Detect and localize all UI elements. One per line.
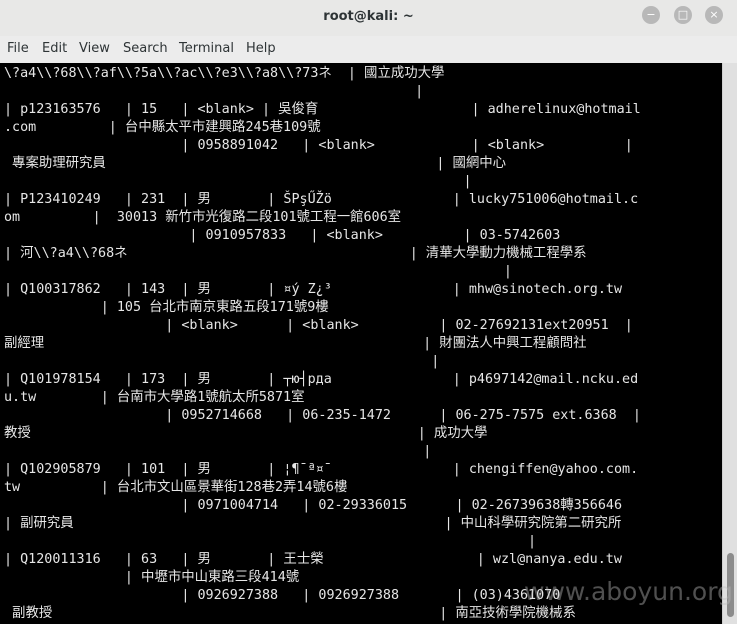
maximize-icon: □ <box>677 8 689 21</box>
terminal-line: | <blank> | <blank> | 02-27692131ext2095… <box>4 318 633 333</box>
terminal-line: | P123410249 | 231 | 男 | ŠPşŰŽö | lucky7… <box>4 192 639 207</box>
terminal-line: \?a4\\?68\\?af\\?5a\\?ac\\?e3\\?a8\\?73ネ… <box>4 66 445 81</box>
minimize-button[interactable]: − <box>642 6 660 24</box>
maximize-button[interactable]: □ <box>674 6 692 24</box>
close-icon: × <box>709 8 719 21</box>
terminal-line: | 0952714668 | 06-235-1472 | 06-275-7575… <box>4 408 641 423</box>
terminal-line: | 中壢市中山東路三段414號 <box>4 570 300 585</box>
watermark-text: www.aboyun.org <box>524 577 733 606</box>
terminal-line: | <box>4 444 432 459</box>
menu-view[interactable]: View <box>79 41 110 56</box>
terminal-line: om | 30013 新竹市光復路二段101號工程一館606室 <box>4 210 402 225</box>
terminal-line: | 0971004714 | 02-29336015 | 02-26739638… <box>4 498 623 513</box>
terminal-line: | 0910957833 | <blank> | 03-5742603 <box>4 228 561 243</box>
terminal-line: | 副研究員 | 中山科學研究院第二研究所 <box>4 516 622 531</box>
terminal-line: | Q100317862 | 143 | 男 | ¤ý Z¿³ | mhw@si… <box>4 282 623 297</box>
menu-search[interactable]: Search <box>123 41 168 56</box>
terminal-line: .com | 台中縣太平市建興路245巷109號 <box>4 120 321 135</box>
terminal-line: 教授 | 成功大學 <box>4 426 488 441</box>
terminal-line: 專案助理研究員 | 國網中心 <box>4 156 507 171</box>
terminal-line: | Q102905879 | 101 | 男 | ¦¶¯ª¤¯ | chengi… <box>4 462 639 477</box>
terminal-line: | p123163576 | 15 | <blank> | 吳俊育 | adhe… <box>4 102 641 117</box>
menu-bar: File Edit View Search Terminal Help <box>0 36 737 64</box>
terminal-line: | 河\\?a4\\?68ネ | 清華大學動力機械工程學系 <box>4 246 587 261</box>
terminal-line: | <box>4 534 537 549</box>
terminal-scrollbar[interactable] <box>722 63 737 624</box>
terminal-line: | <box>4 354 440 369</box>
title-bar: root@kali: ~ − □ × <box>0 0 737 37</box>
menu-terminal[interactable]: Terminal <box>179 41 234 56</box>
terminal-line: 副教授 | 南亞技術學院機械系 <box>4 606 576 621</box>
terminal-line: | <box>4 264 512 279</box>
menu-file[interactable]: File <box>7 41 29 56</box>
menu-edit[interactable]: Edit <box>42 41 67 56</box>
window-title: root@kali: ~ <box>323 9 414 24</box>
terminal-line: u.tw | 台南市大學路1號航太所5871室 <box>4 390 305 405</box>
terminal-line: | <box>4 84 424 99</box>
terminal-line: tw | 台北市文山區景華街128巷2弄14號6樓 <box>4 480 348 495</box>
terminal-line: | Q120011316 | 63 | 男 | 王士榮 | wzl@nanya.… <box>4 552 622 567</box>
menu-help[interactable]: Help <box>246 41 276 56</box>
terminal-output[interactable]: \?a4\\?68\\?af\\?5a\\?ac\\?e3\\?a8\\?73ネ… <box>0 63 722 624</box>
terminal-line: | <box>4 174 472 189</box>
terminal-line: | 105 台北市南京東路五段171號9樓 <box>4 300 329 315</box>
terminal-line: | Q101978154 | 173 | 男 | ┬ю┤рда | p46971… <box>4 372 639 387</box>
terminal-line: | 0926927388 | 0926927388 | (03)4361070 <box>4 588 561 603</box>
terminal-line: 副經理 | 財團法人中興工程顧問社 <box>4 336 587 351</box>
terminal-line: | 0958891042 | <blank> | <blank> | <box>4 138 633 153</box>
minimize-icon: − <box>646 8 656 21</box>
close-button[interactable]: × <box>705 6 723 24</box>
